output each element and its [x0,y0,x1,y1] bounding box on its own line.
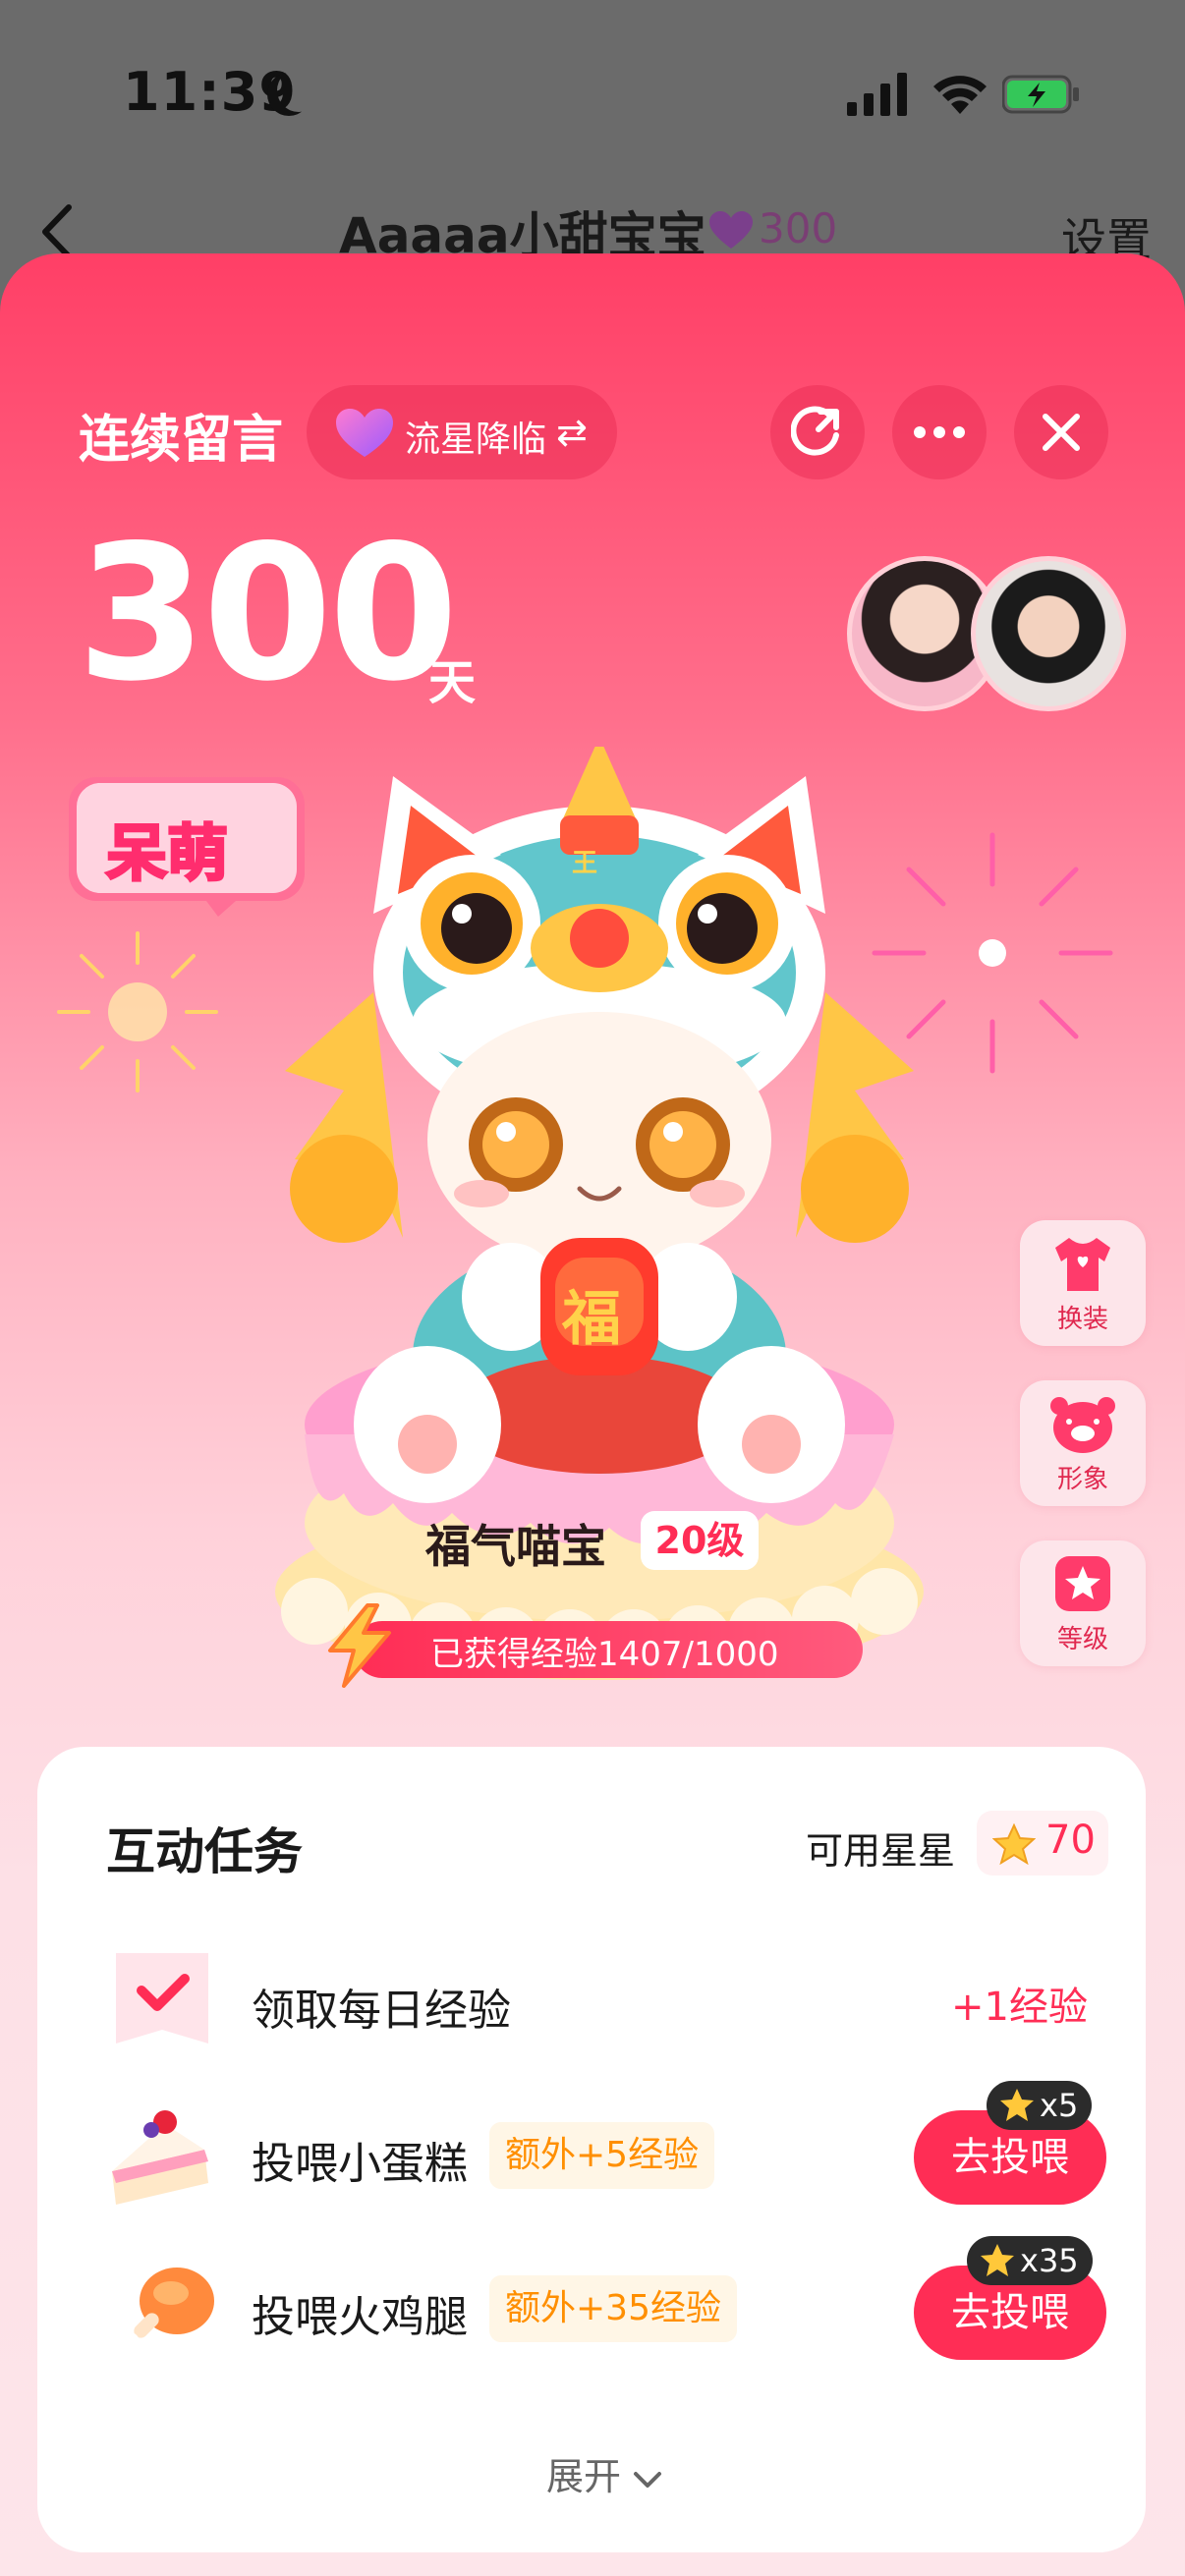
close-button[interactable] [1014,385,1108,479]
extra-xp-tag: 额外+35经验 [489,2275,737,2342]
stars-count: 70 [1045,1818,1096,1863]
firework-decoration [57,931,218,1092]
appearance-label: 形象 [1056,1465,1108,1494]
close-icon [1043,414,1080,451]
expand-button[interactable]: 展开 [546,2446,662,2500]
appearance-button[interactable]: 形象 [1020,1380,1146,1506]
task-name: 投喂小蛋糕 [252,2139,468,2189]
cost-value: x35 [1020,2242,1079,2279]
extra-xp-tag: 额外+5经验 [489,2122,715,2189]
level-label: 等级 [1056,1625,1108,1654]
lightning-icon [328,1603,391,1688]
cost-badge: x5 [987,2081,1093,2130]
effect-label: 流星降临 [405,420,547,460]
outfit-label: 换装 [1056,1305,1108,1334]
heart-icon [709,211,753,249]
star-icon [992,1823,1036,1865]
check-ribbon-icon [116,1953,208,2044]
lantern-fu-char: 福 [562,1285,621,1354]
task-reward[interactable]: +1经验 [951,1975,1088,2032]
wifi-icon [933,76,987,114]
expand-label: 展开 [546,2455,622,2498]
cost-value: x5 [1040,2087,1079,2124]
nav-count: 300 [759,204,838,252]
task-card-title: 互动任务 [106,1823,303,1880]
task-name: 投喂火鸡腿 [252,2292,468,2342]
star-icon [1055,1556,1110,1611]
status-time: 11:39 [123,61,297,123]
pet-level-badge: 20级 [641,1511,759,1570]
more-dots-icon [914,426,965,438]
cute-badge-text: 呆萌 [104,816,229,891]
streak-title: 连续留言 [79,411,284,470]
outfit-button[interactable]: 换装 [1020,1220,1146,1346]
share-icon [791,406,839,456]
level-button[interactable]: 等级 [1020,1540,1146,1666]
gradient-heart-icon [336,409,393,457]
crown-char: 王 [572,849,598,878]
star-icon [981,2244,1014,2276]
battery-charging-icon [1002,75,1079,114]
cellular-signal-icon [847,73,907,116]
pig-face-icon [1050,1397,1115,1453]
xp-text: 已获得经验1407/1000 [430,1635,779,1674]
stars-label: 可用星星 [806,1829,956,1873]
cake-icon [112,2110,208,2205]
share-button[interactable] [770,385,865,479]
moon-icon [277,69,320,112]
task-name: 领取每日经验 [252,1986,511,2036]
cost-badge: x35 [967,2236,1093,2285]
streak-days: 300 [77,505,459,722]
pet-name: 福气喵宝 [425,1520,606,1573]
avatar[interactable] [971,556,1126,711]
more-button[interactable] [892,385,987,479]
chevron-down-icon [634,2471,662,2488]
streak-days-unit: 天 [428,655,477,710]
drumstick-icon [120,2268,214,2362]
star-icon [1000,2089,1034,2121]
outfit-icon [1055,1238,1110,1291]
swap-icon: ⇄ [556,411,588,454]
